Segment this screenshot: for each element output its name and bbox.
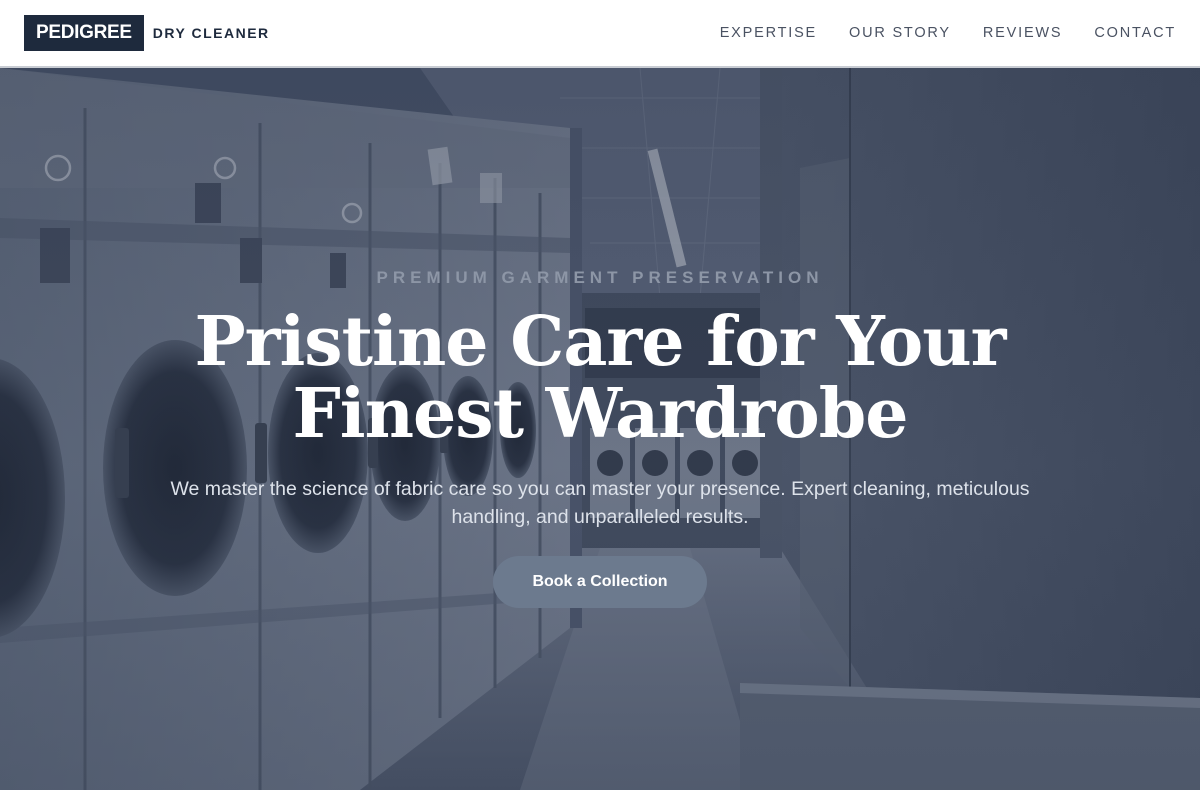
hero-subtext: We master the science of fabric care so … (170, 478, 1030, 528)
top-nav: PEDIGREE DRY CLEANER EXPERTISE OUR STORY… (0, 0, 1200, 68)
hero-headline: Pristine Care for Your Finest Wardrobe (0, 306, 1200, 450)
brand-name: PEDIGREE (24, 15, 144, 51)
hero-section: PREMIUM GARMENT PRESERVATION Pristine Ca… (0, 68, 1200, 790)
nav-link-expertise[interactable]: EXPERTISE (720, 25, 817, 41)
nav-link-our-story[interactable]: OUR STORY (849, 25, 951, 41)
hero-content: PREMIUM GARMENT PRESERVATION Pristine Ca… (0, 68, 1200, 790)
page-bottom-edge (0, 790, 1200, 800)
hero-eyebrow: PREMIUM GARMENT PRESERVATION (376, 268, 824, 287)
nav-links: EXPERTISE OUR STORY REVIEWS CONTACT (720, 25, 1176, 41)
nav-link-contact[interactable]: CONTACT (1094, 25, 1176, 41)
hero-headline-line-2: Finest Wardrobe (292, 374, 908, 454)
nav-link-reviews[interactable]: REVIEWS (983, 25, 1062, 41)
brand-logo[interactable]: PEDIGREE DRY CLEANER (24, 15, 270, 51)
book-collection-button[interactable]: Book a Collection (493, 556, 707, 608)
hero-headline-line-1: Pristine Care for Your (194, 302, 1007, 382)
brand-tagline: DRY CLEANER (152, 25, 270, 41)
